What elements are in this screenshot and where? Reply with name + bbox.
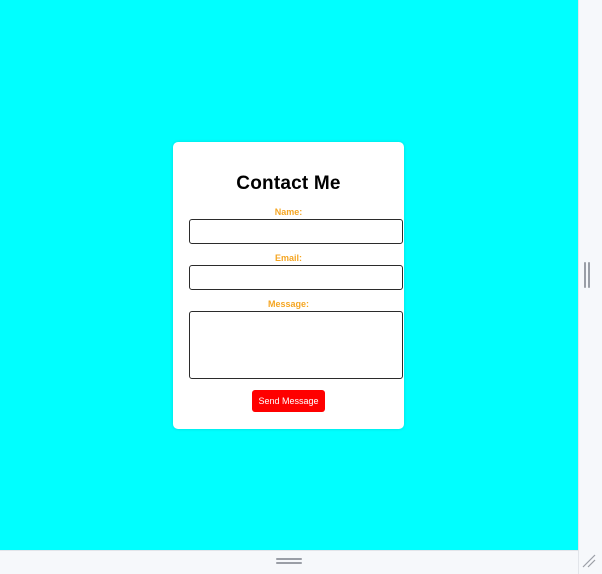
message-label: Message: [267, 299, 310, 309]
send-message-button[interactable]: Send Message [252, 390, 325, 412]
name-label: Name: [274, 207, 303, 217]
message-field[interactable] [189, 311, 403, 379]
splitter-vertical-icon[interactable] [584, 262, 590, 288]
email-field[interactable] [189, 265, 403, 290]
resize-grip-icon[interactable] [580, 552, 596, 568]
page-viewport: Contact Me Name: Email: Message: Send Me… [0, 0, 578, 550]
page-title: Contact Me [236, 173, 341, 194]
contact-card: Contact Me Name: Email: Message: Send Me… [173, 142, 404, 429]
splitter-horizontal-icon[interactable] [276, 558, 302, 564]
name-field[interactable] [189, 219, 403, 244]
email-label: Email: [274, 253, 302, 263]
right-panel-gutter [578, 0, 602, 574]
